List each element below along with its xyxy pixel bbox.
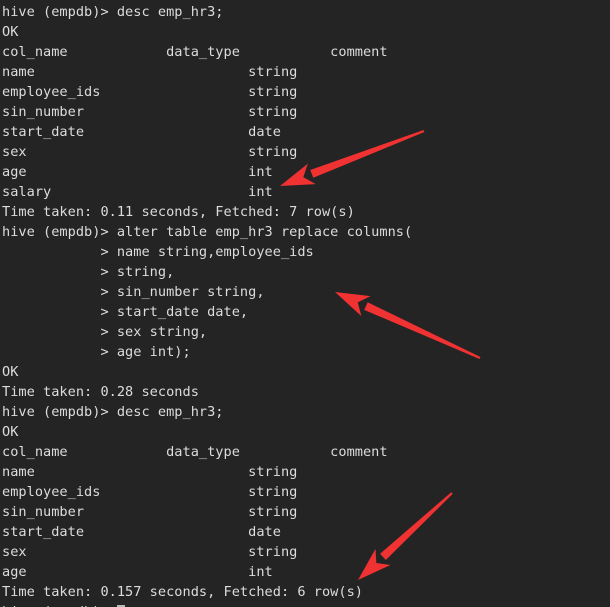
terminal-line: hive (empdb)> alter table emp_hr3 replac… <box>2 224 413 240</box>
terminal-line: sin_number string <box>2 104 298 120</box>
terminal-line: sin_number string <box>2 504 298 520</box>
terminal-line: Time taken: 0.28 seconds <box>2 384 199 400</box>
terminal-line: Time taken: 0.157 seconds, Fetched: 6 ro… <box>2 584 363 600</box>
terminal-line: name string <box>2 464 298 480</box>
terminal-line: OK <box>2 424 19 440</box>
terminal-line: OK <box>2 364 19 380</box>
terminal-line: > sin_number string, <box>2 284 265 300</box>
terminal-line: > string, <box>2 264 175 280</box>
terminal-line: hive (empdb)> desc emp_hr3; <box>2 4 224 20</box>
terminal-line: > sex string, <box>2 324 208 340</box>
terminal-line: > age int); <box>2 344 191 360</box>
terminal-line: > name string,employee_ids <box>2 244 314 260</box>
terminal-line: age int <box>2 564 273 580</box>
terminal-line: col_name data_type comment <box>2 44 388 60</box>
terminal-line: employee_ids string <box>2 484 298 500</box>
terminal-line: name string <box>2 64 298 80</box>
terminal-line: employee_ids string <box>2 84 298 100</box>
terminal-prompt-line[interactable]: hive (empdb)> <box>2 602 610 607</box>
terminal-line: salary int <box>2 184 273 200</box>
terminal-line: col_name data_type comment <box>2 444 388 460</box>
terminal-line: > start_date date, <box>2 304 249 320</box>
terminal-line: start_date date <box>2 524 281 540</box>
terminal-window[interactable]: hive (empdb)> desc emp_hr3; OK col_name da… <box>0 0 610 607</box>
terminal-screen[interactable]: hive (empdb)> desc emp_hr3; OK col_name da… <box>0 0 610 607</box>
terminal-line: hive (empdb)> desc emp_hr3; <box>2 404 224 420</box>
terminal-line: sex string <box>2 144 298 160</box>
terminal-line: age int <box>2 164 273 180</box>
terminal-line: start_date date <box>2 124 281 140</box>
terminal-line: Time taken: 0.11 seconds, Fetched: 7 row… <box>2 204 355 220</box>
terminal-line: OK <box>2 24 19 40</box>
terminal-line: sex string <box>2 544 298 560</box>
